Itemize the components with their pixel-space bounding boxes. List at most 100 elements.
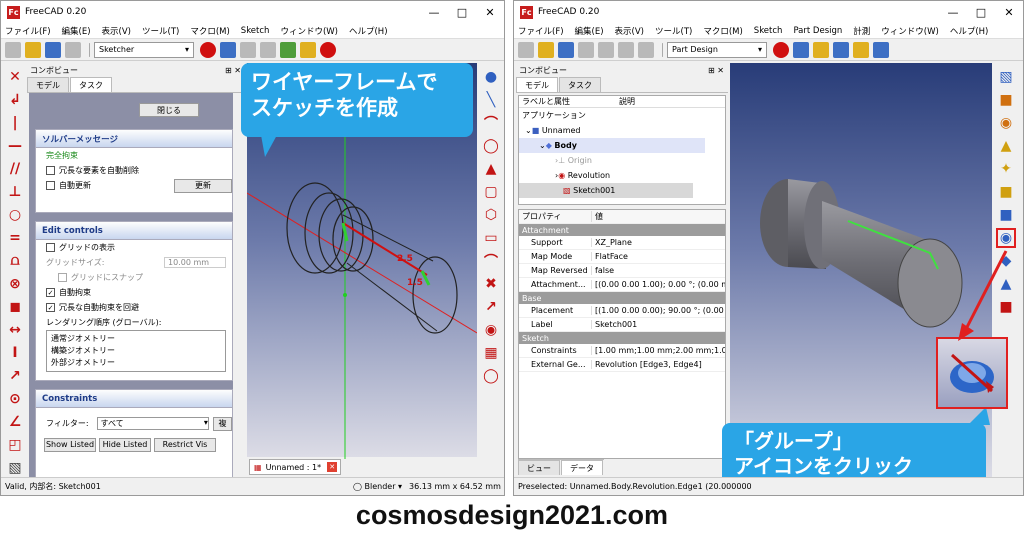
- toggle-driving-icon[interactable]: ◰: [7, 437, 23, 453]
- prop-label[interactable]: Label Sketch001: [519, 318, 725, 332]
- constrain-tangent-icon[interactable]: ○: [7, 207, 23, 223]
- menu-file[interactable]: ファイル(F): [5, 25, 51, 37]
- create-line-icon[interactable]: ╲: [483, 92, 499, 108]
- revolution-icon[interactable]: ◉: [998, 115, 1014, 131]
- open-file-icon[interactable]: [538, 41, 554, 58]
- menu-tools[interactable]: ツール(T): [655, 25, 692, 37]
- update-button[interactable]: 更新: [174, 178, 232, 193]
- additive-icon[interactable]: [873, 41, 889, 58]
- macro-record-icon[interactable]: [773, 41, 789, 58]
- checkbox[interactable]: [46, 181, 55, 190]
- part-icon[interactable]: [833, 41, 849, 58]
- constrain-block-icon[interactable]: ⊗: [7, 276, 23, 292]
- solver-messages-header[interactable]: ソルバーメッセージ: [36, 130, 232, 148]
- constrain-horizontal-icon[interactable]: —: [7, 138, 23, 154]
- minimize-icon[interactable]: —: [420, 1, 448, 23]
- toggle-active-icon[interactable]: ▧: [7, 460, 23, 476]
- trim-icon[interactable]: ✖: [483, 276, 499, 292]
- create-polygon-icon[interactable]: ⬡: [483, 207, 499, 223]
- menu-part-design[interactable]: Part Design: [793, 26, 842, 36]
- grid-snap-row[interactable]: グリッドにスナップ: [36, 270, 232, 285]
- prop-attachment-offset[interactable]: Attachment... [(0.00 0.00 1.00); 0.00 °; …: [519, 278, 725, 292]
- menu-help[interactable]: ヘルプ(H): [349, 25, 388, 37]
- tab-task[interactable]: タスク: [559, 77, 601, 92]
- print-icon[interactable]: [578, 41, 594, 58]
- close-button[interactable]: 閉じる: [139, 103, 199, 117]
- macro-record-icon[interactable]: [200, 41, 216, 58]
- checkbox-checked[interactable]: ✓: [46, 303, 55, 312]
- prop-external-geometry[interactable]: External Ge... Revolution [Edge3, Edge4]: [519, 358, 725, 372]
- sketch-view-icon[interactable]: [280, 41, 296, 58]
- auto-constraint-row[interactable]: ✓ 自動拘束: [36, 285, 232, 300]
- prop-support[interactable]: Support XZ_Plane: [519, 236, 725, 250]
- workbench-selector[interactable]: Part Design ▾: [667, 41, 767, 58]
- menu-sketch[interactable]: Sketch: [754, 26, 783, 36]
- constrain-point-on-object-icon[interactable]: ↲: [7, 92, 23, 108]
- pocket-icon[interactable]: ■: [998, 207, 1014, 223]
- constrain-perpendicular-icon[interactable]: ⊥: [7, 184, 23, 200]
- create-point-icon[interactable]: ●: [483, 69, 499, 85]
- open-file-icon[interactable]: [25, 41, 41, 58]
- constraints-header[interactable]: Constraints: [36, 390, 232, 408]
- menu-measure[interactable]: 計測: [853, 25, 870, 37]
- checkbox-checked[interactable]: ✓: [46, 288, 55, 297]
- draw-style-icon[interactable]: [240, 41, 256, 58]
- helix-icon[interactable]: ■: [998, 184, 1014, 200]
- constrain-distance-y-icon[interactable]: I: [7, 345, 23, 361]
- multi-filter-button[interactable]: 複: [212, 416, 232, 431]
- document-tab[interactable]: ▦ Unnamed : 1* ✕: [249, 459, 341, 475]
- auto-update-row[interactable]: 自動更新 更新: [36, 178, 232, 193]
- sketch-icon[interactable]: ▧: [998, 69, 1014, 85]
- close-tab-icon[interactable]: ✕: [327, 462, 338, 472]
- close-icon[interactable]: ✕: [476, 1, 504, 23]
- tree-item-origin[interactable]: › ⊥ Origin: [519, 153, 725, 168]
- new-file-icon[interactable]: [518, 41, 534, 58]
- dimension-label[interactable]: 1.5: [407, 278, 423, 288]
- grid-size-field[interactable]: 10.00 mm: [164, 257, 226, 268]
- constrain-lock-icon[interactable]: ◼: [7, 299, 23, 315]
- menu-sketch[interactable]: Sketch: [241, 26, 270, 36]
- menu-tools[interactable]: ツール(T): [142, 25, 179, 37]
- avoid-redundant-row[interactable]: ✓ 冗長な自動拘束を回避: [36, 300, 232, 315]
- show-grid-row[interactable]: グリッドの表示: [36, 240, 232, 255]
- fit-all-icon[interactable]: [220, 41, 236, 58]
- create-rectangle-icon[interactable]: ▢: [483, 184, 499, 200]
- close-icon[interactable]: ✕: [995, 1, 1023, 23]
- render-order-list[interactable]: 通常ジオメトリー 構築ジオメトリー 外部ジオメトリー: [46, 330, 226, 372]
- list-item[interactable]: 構築ジオメトリー: [51, 345, 221, 357]
- hide-listed-button[interactable]: Hide Listed: [99, 437, 151, 452]
- checkbox[interactable]: [46, 166, 55, 175]
- tree-item-unnamed[interactable]: ⌄ ■ Unnamed: [519, 123, 725, 138]
- maximize-icon[interactable]: □: [967, 1, 995, 23]
- tab-model[interactable]: モデル: [27, 77, 69, 92]
- part-3d-view[interactable]: [730, 63, 992, 477]
- view-box-icon[interactable]: [260, 41, 276, 58]
- menu-file[interactable]: ファイル(F): [518, 25, 564, 37]
- create-circle-icon[interactable]: ◯: [483, 138, 499, 154]
- prop-map-reversed[interactable]: Map Reversed false: [519, 264, 725, 278]
- menu-view[interactable]: 表示(V): [615, 25, 644, 37]
- constrain-distance-icon[interactable]: ↗: [7, 368, 23, 384]
- list-item[interactable]: 外部ジオメトリー: [51, 357, 221, 369]
- constrain-coincident-icon[interactable]: ✕: [7, 69, 23, 85]
- tab-view[interactable]: ビュー: [518, 460, 560, 475]
- part-icon[interactable]: [300, 41, 316, 58]
- prop-map-mode[interactable]: Map Mode FlatFace: [519, 250, 725, 264]
- loft-icon[interactable]: ▲: [998, 138, 1014, 154]
- extend-icon[interactable]: ↗: [483, 299, 499, 315]
- list-item[interactable]: 通常ジオメトリー: [51, 333, 221, 345]
- clone-icon[interactable]: [853, 41, 869, 58]
- group-attachment[interactable]: Attachment: [519, 224, 725, 236]
- create-arc-icon[interactable]: ⌒: [483, 115, 499, 132]
- edit-controls-header[interactable]: Edit controls: [36, 222, 232, 240]
- save-icon[interactable]: [45, 41, 61, 58]
- checkbox[interactable]: [46, 243, 55, 252]
- auto-remove-redundant-row[interactable]: 冗長な要素を自動削除: [36, 163, 232, 178]
- constrain-distance-x-icon[interactable]: ↔: [7, 322, 23, 338]
- constrain-parallel-icon[interactable]: //: [7, 161, 23, 177]
- tab-model[interactable]: モデル: [516, 77, 558, 92]
- tree-item-body[interactable]: ⌄ ◆ Body: [519, 138, 705, 153]
- constrain-angle-icon[interactable]: ∠: [7, 414, 23, 430]
- constrain-equal-icon[interactable]: =: [7, 230, 23, 246]
- menu-edit[interactable]: 編集(E): [575, 25, 604, 37]
